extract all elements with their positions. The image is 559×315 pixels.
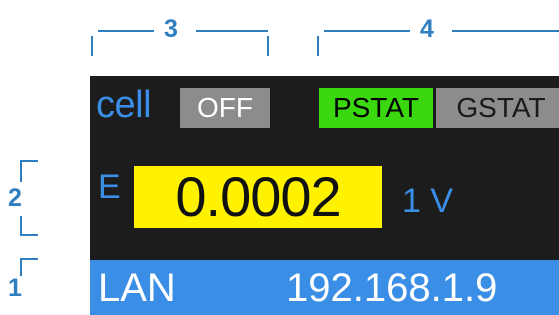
callout-2-line-bottom (20, 216, 22, 236)
callout-3-tick-right (267, 36, 269, 56)
callout-2-tick-bottom (20, 234, 38, 236)
callout-2-tick-top (20, 160, 38, 162)
device-screen: cell OFF PSTAT GSTAT E 0.0002 1 V LAN 19… (90, 76, 559, 315)
callout-3: 3 (164, 15, 178, 43)
callout-1: 1 (8, 274, 22, 302)
potential-label: E (98, 168, 121, 206)
callout-4-line-left (324, 30, 410, 32)
callout-3-line-right (196, 30, 268, 32)
cell-off-button[interactable]: OFF (180, 88, 270, 128)
callout-2: 2 (8, 184, 22, 212)
annotated-screenshot: 3 4 2 1 cell OFF PSTAT GSTAT E 0.0002 1 … (0, 0, 559, 315)
callout-4: 4 (420, 15, 434, 43)
lan-label: LAN (98, 266, 176, 310)
callout-4-tick-left (317, 36, 319, 56)
callout-2-line-top (20, 162, 22, 182)
lan-status-bar: LAN 192.168.1.9 (90, 260, 559, 315)
cell-label: cell (96, 84, 152, 126)
callout-3-line-left (98, 30, 154, 32)
gstat-mode-button[interactable]: GSTAT (436, 88, 559, 128)
potential-value: 0.0002 (134, 166, 382, 228)
callout-1-tick-top (20, 258, 38, 260)
callout-1-line-top (20, 260, 22, 276)
potential-range[interactable]: 1 V (402, 184, 453, 218)
callout-3-tick-left (91, 36, 93, 56)
callout-4-line-right (452, 30, 559, 32)
lan-ip-address: 192.168.1.9 (286, 266, 498, 310)
pstat-mode-button[interactable]: PSTAT (319, 88, 433, 128)
